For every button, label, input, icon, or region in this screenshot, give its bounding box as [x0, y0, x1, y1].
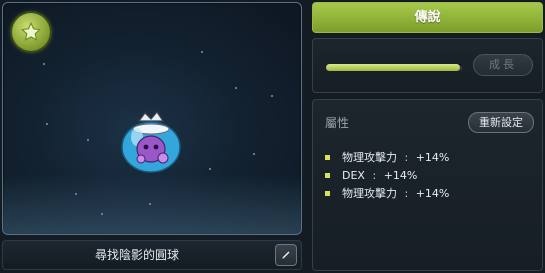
sparkle	[201, 51, 203, 53]
attribute-name: DEX	[342, 169, 365, 182]
bullet-icon	[325, 191, 330, 196]
attributes-panel: 屬性 重新設定 物理攻擊力 : +14% DEX : +14% 物理攻擊力 : …	[312, 99, 543, 271]
sparkle	[149, 203, 151, 205]
attribute-list: 物理攻擊力 : +14% DEX : +14% 物理攻擊力 : +14%	[325, 149, 449, 203]
item-name-bar: 尋找陰影的圓球	[2, 240, 302, 270]
attribute-value: +14%	[415, 187, 450, 200]
sparkle	[271, 95, 273, 97]
legendary-grade-button[interactable]: 傳說	[312, 2, 543, 33]
pet-bubble-icon	[121, 111, 181, 173]
attribute-separator: :	[404, 151, 409, 164]
attribute-value: +14%	[415, 151, 450, 164]
sparkle	[87, 139, 89, 141]
growth-panel: 成長	[312, 38, 543, 93]
attributes-title: 屬性	[325, 116, 350, 130]
growth-button[interactable]: 成長	[473, 54, 533, 76]
sparkle	[235, 87, 237, 89]
star-icon	[21, 22, 41, 41]
sparkle	[43, 63, 45, 65]
pencil-icon	[281, 250, 291, 260]
sparkle	[253, 153, 255, 155]
attribute-item: 物理攻擊力 : +14%	[325, 149, 449, 167]
growth-progress-bar	[326, 64, 463, 71]
attribute-item: 物理攻擊力 : +14%	[325, 185, 449, 203]
attribute-name: 物理攻擊力	[342, 151, 397, 164]
attribute-name: 物理攻擊力	[342, 187, 397, 200]
grade-badge	[12, 13, 50, 51]
sparkle	[101, 213, 103, 215]
attribute-value: +14%	[383, 169, 418, 182]
edit-name-button[interactable]	[275, 244, 297, 266]
attribute-item: DEX : +14%	[325, 167, 449, 185]
bullet-icon	[325, 155, 330, 160]
item-name: 尋找陰影的圓球	[94, 248, 179, 262]
sparkle	[75, 193, 77, 195]
sparkle	[209, 168, 211, 170]
reset-attributes-button[interactable]: 重新設定	[468, 112, 534, 133]
item-preview-panel	[2, 2, 302, 235]
sparkle	[46, 123, 48, 125]
attribute-separator: :	[404, 187, 409, 200]
attribute-separator: :	[372, 169, 377, 182]
growth-progress-fill	[326, 64, 461, 71]
bullet-icon	[325, 173, 330, 178]
